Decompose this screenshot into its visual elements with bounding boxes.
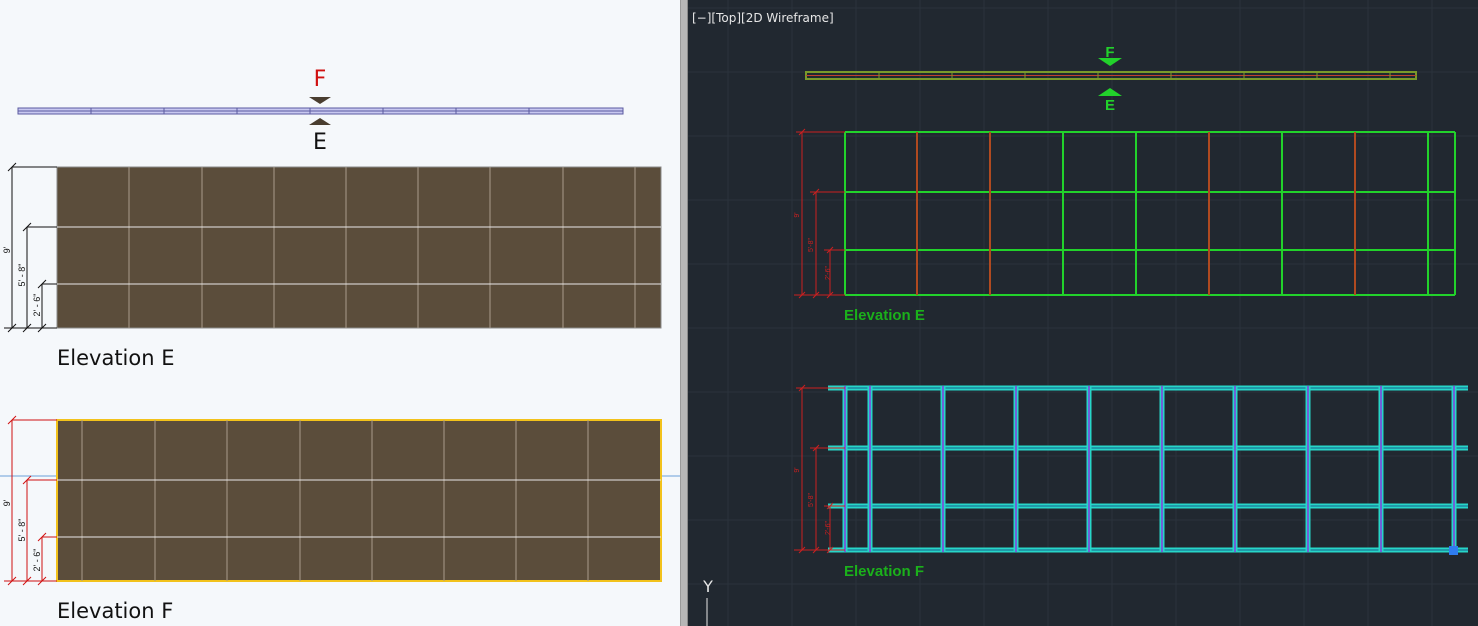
- dim-f-bottom: 2' - 6": [32, 549, 42, 572]
- section-marker-label-top: F: [314, 67, 327, 92]
- cad-elevation-f[interactable]: [828, 385, 1468, 553]
- cad-drawing: F E 9' 5'-8" 2'-6" 9' 5'-8" 2'-6" Y: [688, 0, 1478, 626]
- dim-f-overall: 9': [2, 499, 12, 506]
- grip-handle[interactable]: [1449, 546, 1458, 555]
- cad-viewport[interactable]: F E 9' 5'-8" 2'-6" 9' 5'-8" 2'-6" Y [−][…: [688, 0, 1478, 626]
- elevation-drawing: F E 9' 5' - 8" 2' - 6" 9' 5' - 8" 2' - 6…: [0, 67, 680, 586]
- cad-background-grid: [688, 0, 1478, 626]
- section-arrow-down-icon[interactable]: [309, 97, 331, 104]
- cad-dim-e-overall: 9': [794, 212, 801, 217]
- cad-dim-f-middle: 5'-8": [808, 493, 815, 507]
- cad-elevation-e-dimensions: [794, 128, 845, 299]
- cad-plan-wall[interactable]: [805, 71, 1417, 80]
- elevation-f-panel[interactable]: [56, 419, 662, 582]
- cad-elevation-e-title: Elevation E: [844, 307, 925, 324]
- plan-wall-strip[interactable]: [17, 107, 624, 115]
- cad-dim-f-overall: 9': [794, 467, 801, 472]
- cad-dim-e-middle: 5'-8": [808, 238, 815, 252]
- cad-section-arrow-down-icon[interactable]: [1098, 58, 1122, 66]
- section-arrow-up-icon[interactable]: [309, 118, 331, 125]
- viewport-splitter[interactable]: [680, 0, 688, 626]
- cad-elevation-f-dimensions: [794, 384, 845, 554]
- cad-section-arrow-up-icon[interactable]: [1098, 88, 1122, 96]
- ucs-y-label: Y: [702, 577, 713, 596]
- cad-elevation-e[interactable]: [844, 131, 1456, 296]
- elevation-e-title: Elevation E: [57, 346, 175, 370]
- cad-elevation-f-title: Elevation F: [844, 563, 925, 580]
- cad-dim-e-bottom: 2'-6": [825, 266, 832, 280]
- section-marker-label-bottom: E: [313, 130, 327, 155]
- elevation-e-panel[interactable]: [56, 166, 662, 329]
- dim-e-middle: 5' - 8": [17, 264, 27, 287]
- elevation-f-title: Elevation F: [57, 599, 174, 623]
- cad-dim-f-bottom: 2'-6": [825, 521, 832, 535]
- cad-section-label-bottom: E: [1105, 97, 1115, 114]
- elevation-view-pane[interactable]: F E 9' 5' - 8" 2' - 6" 9' 5' - 8" 2' - 6…: [0, 0, 680, 626]
- dim-f-middle: 5' - 8": [17, 519, 27, 542]
- dim-e-overall: 9': [2, 246, 12, 253]
- dim-e-bottom: 2' - 6": [32, 294, 42, 317]
- viewport-controls-label[interactable]: [−][Top][2D Wireframe]: [692, 11, 834, 25]
